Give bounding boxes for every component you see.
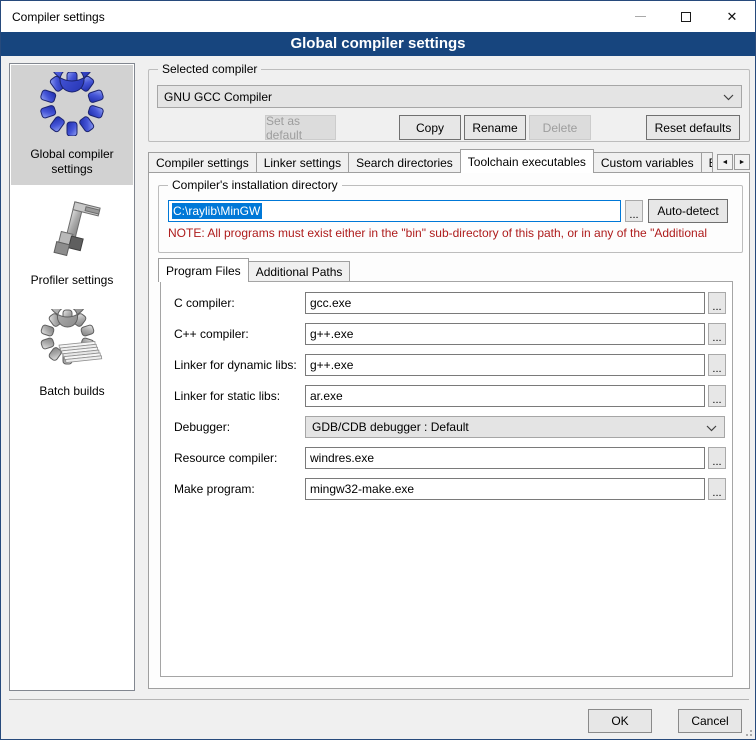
sidebar-item-profiler-settings[interactable]: Profiler settings: [11, 191, 133, 296]
right-arrow-icon: ►: [739, 159, 746, 166]
debugger-select-value: GDB/CDB debugger : Default: [312, 420, 469, 434]
close-icon: ✕: [727, 10, 738, 23]
chevron-down-icon: [723, 94, 734, 101]
reset-defaults-button[interactable]: Reset defaults: [646, 115, 740, 140]
make-program-browse-button[interactable]: ...: [708, 478, 726, 500]
tab-scroll-right-button[interactable]: ►: [734, 154, 750, 170]
cpp-compiler-input[interactable]: [305, 323, 705, 345]
minimize-icon: [635, 16, 646, 17]
close-button[interactable]: ✕: [709, 1, 755, 32]
chevron-down-icon: [706, 425, 717, 432]
c-compiler-browse-button[interactable]: ...: [708, 292, 726, 314]
linker-static-browse-button[interactable]: ...: [708, 385, 726, 407]
linker-dynamic-input[interactable]: [305, 354, 705, 376]
linker-static-label: Linker for static libs:: [174, 389, 280, 403]
compiler-select-value: GNU GCC Compiler: [164, 90, 272, 104]
program-files-page: C compiler: ... C++ compiler: ... Linker…: [160, 281, 733, 677]
set-as-default-button[interactable]: Set as default: [265, 115, 336, 140]
tab-linker-settings[interactable]: Linker settings: [256, 152, 349, 173]
make-program-label: Make program:: [174, 482, 255, 496]
compiler-select[interactable]: GNU GCC Compiler: [157, 85, 742, 108]
sidebar-item-label: Profiler settings: [13, 273, 131, 288]
minimize-button[interactable]: [617, 1, 663, 32]
grey-gear-stack-icon: [40, 309, 104, 373]
resize-grip[interactable]: [744, 728, 752, 736]
resource-compiler-label: Resource compiler:: [174, 451, 277, 465]
selected-text: C:\raylib\MinGW: [172, 203, 262, 219]
tab-compiler-settings[interactable]: Compiler settings: [148, 152, 257, 173]
sidebar-item-batch-builds[interactable]: Batch builds: [11, 302, 133, 407]
copy-button[interactable]: Copy: [399, 115, 461, 140]
directory-browse-button[interactable]: ...: [625, 200, 643, 222]
installation-directory-input[interactable]: C:\raylib\MinGW: [168, 200, 621, 222]
footer-divider: [9, 699, 749, 700]
directory-note: NOTE: All programs must exist either in …: [168, 226, 740, 240]
maximize-button[interactable]: [663, 1, 709, 32]
toolchain-executables-page: Compiler's installation directory C:\ray…: [148, 172, 750, 689]
left-arrow-icon: ◄: [722, 159, 729, 166]
linker-dynamic-browse-button[interactable]: ...: [708, 354, 726, 376]
sidebar-item-label: Global compiler settings: [13, 147, 131, 177]
installation-directory-group: Compiler's installation directory C:\ray…: [158, 185, 743, 253]
make-program-input[interactable]: [305, 478, 705, 500]
c-compiler-label: C compiler:: [174, 296, 235, 310]
blue-gear-icon: [40, 72, 104, 136]
ok-button[interactable]: OK: [588, 709, 652, 733]
rename-button[interactable]: Rename: [464, 115, 526, 140]
linker-static-input[interactable]: [305, 385, 705, 407]
auto-detect-button[interactable]: Auto-detect: [648, 199, 728, 223]
tab-scroll-left-button[interactable]: ◄: [717, 154, 733, 170]
cpp-compiler-label: C++ compiler:: [174, 327, 249, 341]
tab-custom-variables[interactable]: Custom variables: [593, 152, 702, 173]
page-title: Global compiler settings: [1, 32, 755, 56]
delete-button[interactable]: Delete: [529, 115, 591, 140]
sidebar-item-global-compiler-settings[interactable]: Global compiler settings: [11, 65, 133, 185]
cancel-button[interactable]: Cancel: [678, 709, 742, 733]
settings-category-list: Global compiler settings Profiler settin…: [9, 63, 135, 691]
c-compiler-input[interactable]: [305, 292, 705, 314]
tab-build-options[interactable]: Build o: [701, 152, 713, 173]
debugger-label: Debugger:: [174, 420, 230, 434]
compiler-settings-tabbar: Compiler settings Linker settings Search…: [148, 149, 750, 173]
sidebar-item-label: Batch builds: [13, 384, 131, 399]
cpp-compiler-browse-button[interactable]: ...: [708, 323, 726, 345]
group-label: Compiler's installation directory: [168, 178, 342, 192]
window-title: Compiler settings: [12, 10, 105, 24]
maximize-icon: [681, 12, 691, 22]
caliper-icon: [40, 198, 104, 262]
program-files-tabbar: Program Files Additional Paths: [158, 260, 349, 282]
title-bar[interactable]: Compiler settings ✕: [1, 1, 755, 32]
tab-additional-paths[interactable]: Additional Paths: [248, 261, 351, 282]
group-label: Selected compiler: [158, 62, 261, 76]
linker-dynamic-label: Linker for dynamic libs:: [174, 358, 297, 372]
resource-compiler-input[interactable]: [305, 447, 705, 469]
selected-compiler-group: Selected compiler GNU GCC Compiler Set a…: [148, 69, 750, 142]
compiler-settings-dialog: Compiler settings ✕ Global compiler sett…: [0, 0, 756, 740]
tab-toolchain-executables[interactable]: Toolchain executables: [460, 149, 594, 173]
resource-compiler-browse-button[interactable]: ...: [708, 447, 726, 469]
debugger-select[interactable]: GDB/CDB debugger : Default: [305, 416, 725, 438]
tab-search-directories[interactable]: Search directories: [348, 152, 461, 173]
tab-program-files[interactable]: Program Files: [158, 258, 249, 282]
